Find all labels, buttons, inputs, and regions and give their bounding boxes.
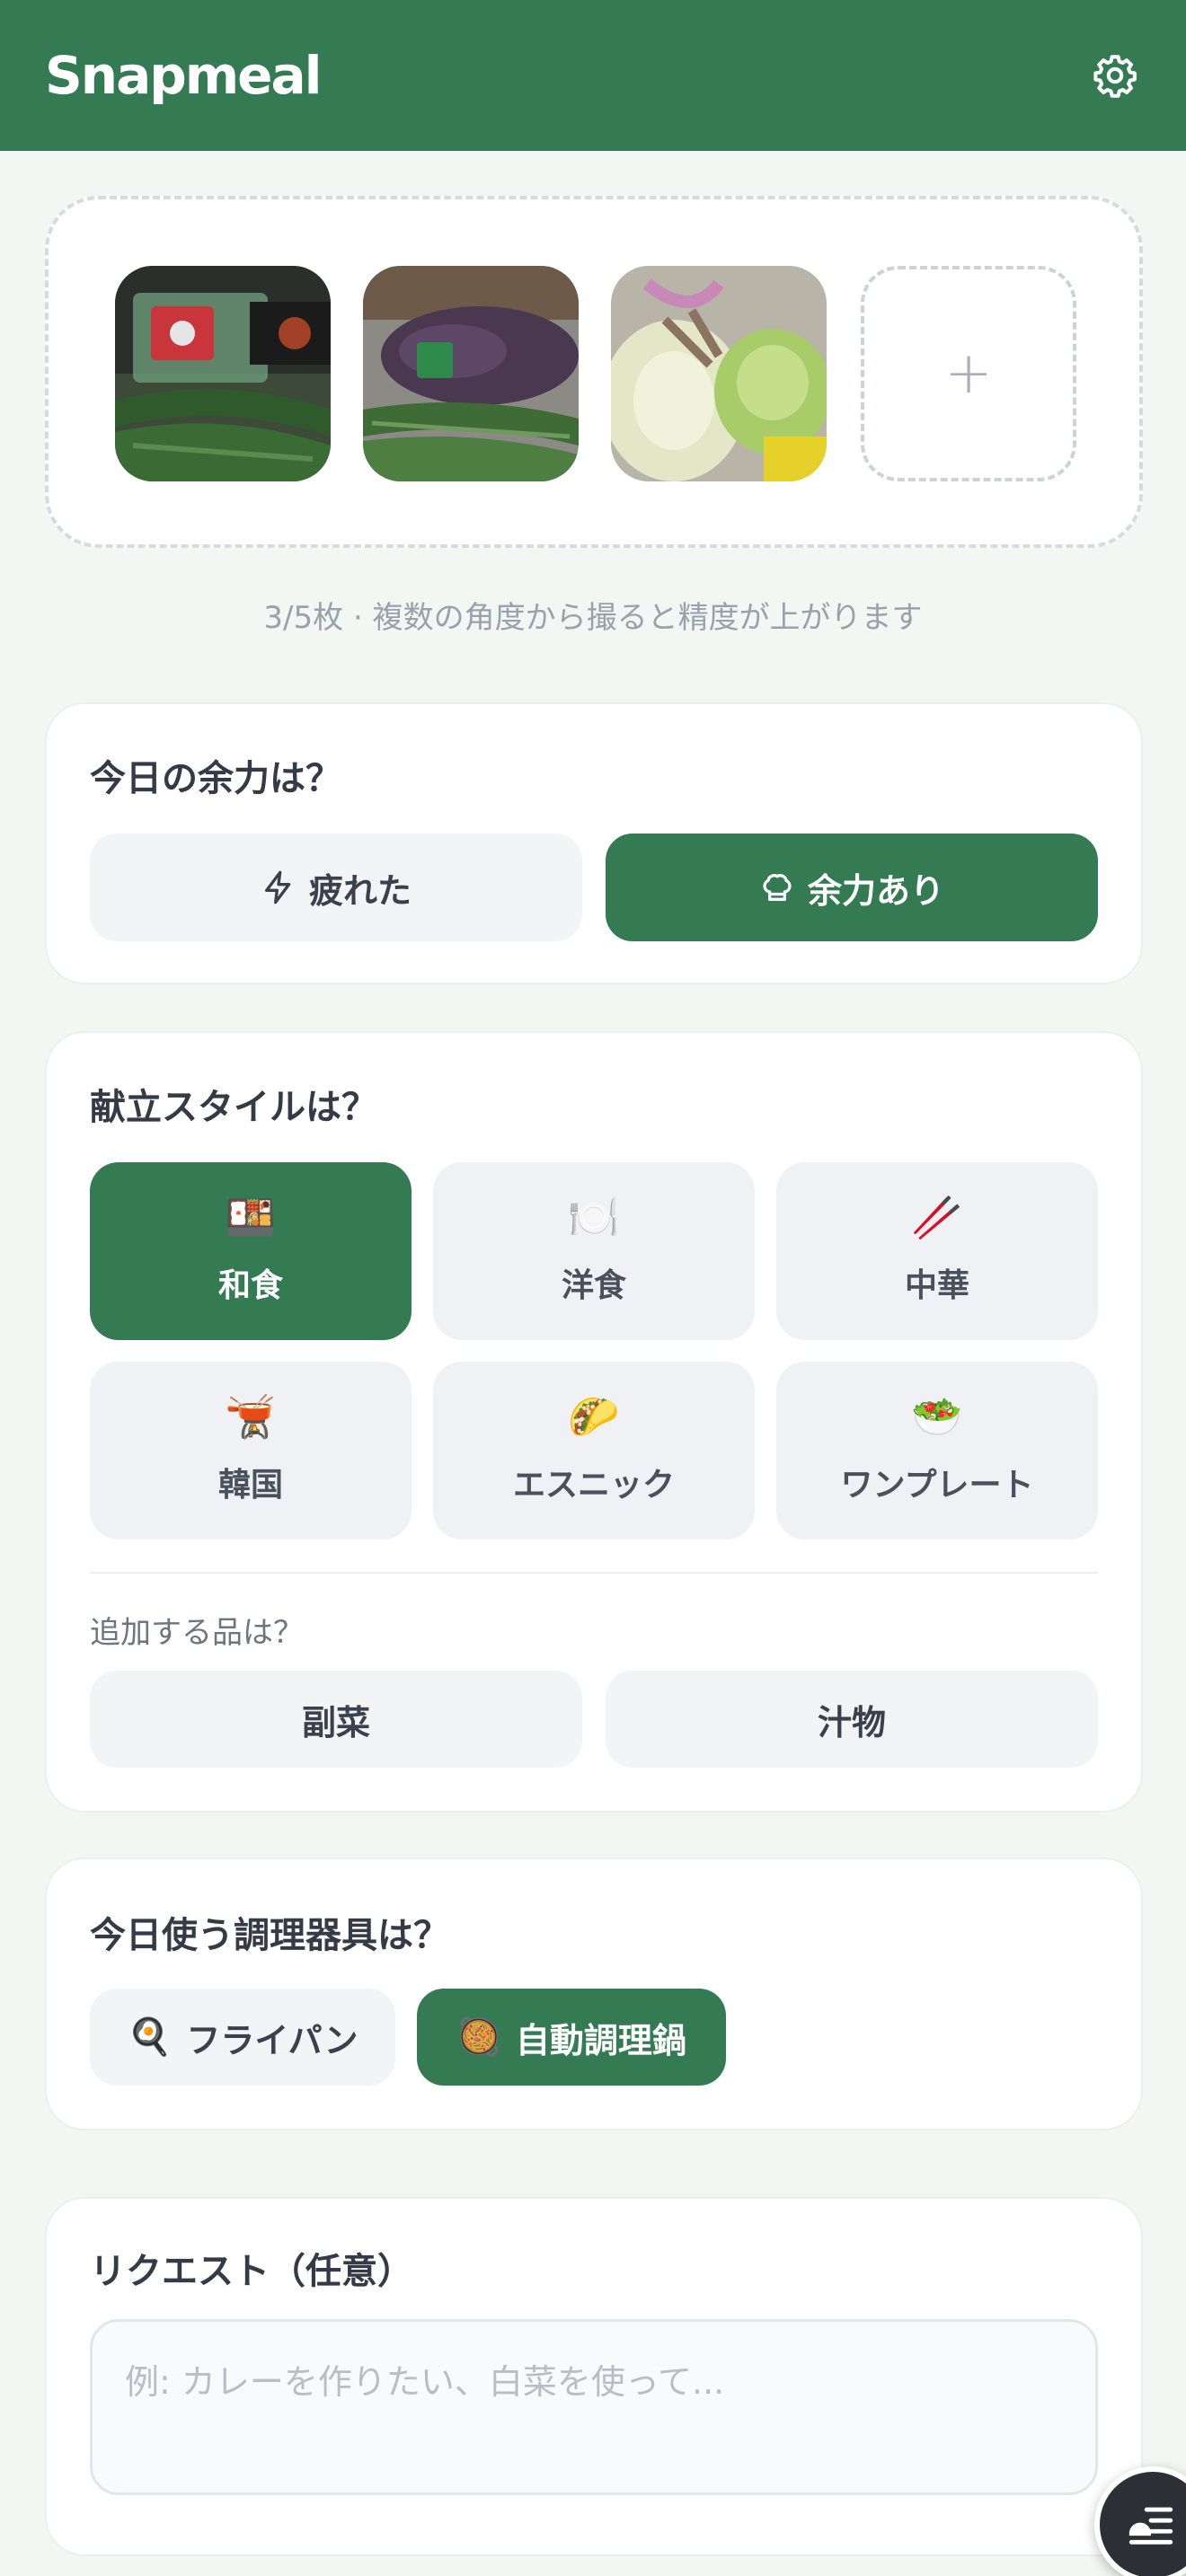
extra-dishes-label: 追加する品は？ bbox=[90, 1615, 304, 1651]
extra-option-label: 汁物 bbox=[817, 1702, 886, 1742]
cooking-pot-icon: 🥘 bbox=[456, 2016, 501, 2058]
style-option-korean[interactable]: 🫕 韓国 bbox=[90, 1362, 412, 1539]
bento-icon: 🍱 bbox=[225, 1193, 277, 1241]
energy-card: 今日の余力は？ 疲れた 余力あり bbox=[45, 702, 1143, 984]
lightning-icon bbox=[264, 870, 291, 904]
photo-hint-text: 3/5枚 · 複数の角度から撮ると精度が上がります bbox=[263, 600, 923, 636]
request-title: リクエスト（任意） bbox=[90, 2251, 413, 2292]
tool-option-label: 自動調理鍋 bbox=[515, 2020, 686, 2060]
cookware-title: 今日使う調理器具は？ bbox=[90, 1915, 449, 1956]
extra-option-label: 副菜 bbox=[301, 1702, 370, 1742]
pot-icon: 🫕 bbox=[225, 1392, 277, 1441]
energy-title: 今日の余力は？ bbox=[90, 758, 341, 799]
tool-option-auto-cooker[interactable]: 🥘 自動調理鍋 bbox=[417, 1989, 726, 2086]
request-card: リクエスト（任意） bbox=[45, 2197, 1143, 2556]
style-option-chinese[interactable]: 🥢 中華 bbox=[776, 1162, 1098, 1340]
tool-option-label: フライパン bbox=[186, 2020, 358, 2060]
style-option-label: 和食 bbox=[217, 1267, 283, 1304]
app-title: Snapmeal bbox=[45, 45, 323, 106]
energy-option-energetic[interactable]: 余力あり bbox=[606, 834, 1098, 941]
meal-style-card: 献立スタイルは？ 🍱 和食 🍽️ 洋食 🥢 中華 🫕 韓国 🌮 エスニック 🥗 … bbox=[45, 1031, 1143, 1813]
photo-thumbnail[interactable] bbox=[611, 266, 827, 481]
menu-list-icon bbox=[1128, 2507, 1173, 2545]
photo-thumbnail[interactable] bbox=[363, 266, 579, 481]
taco-icon: 🌮 bbox=[568, 1392, 620, 1441]
energy-option-tired[interactable]: 疲れた bbox=[90, 834, 582, 941]
style-option-label: ワンプレート bbox=[840, 1467, 1034, 1504]
divider bbox=[90, 1572, 1098, 1574]
style-option-label: 洋食 bbox=[561, 1267, 626, 1304]
cookware-card: 今日使う調理器具は？ 🍳 フライパン 🥘 自動調理鍋 bbox=[45, 1857, 1143, 2130]
plate-icon: 🍽️ bbox=[568, 1193, 620, 1241]
style-option-label: 韓国 bbox=[217, 1467, 283, 1504]
tool-option-frying-pan[interactable]: 🍳 フライパン bbox=[90, 1989, 395, 2086]
style-option-japanese[interactable]: 🍱 和食 bbox=[90, 1162, 412, 1340]
frying-pan-icon: 🍳 bbox=[127, 2016, 173, 2058]
style-option-label: エスニック bbox=[512, 1467, 675, 1504]
request-input[interactable] bbox=[90, 2319, 1098, 2495]
chopsticks-icon: 🥢 bbox=[911, 1193, 963, 1241]
style-option-label: 中華 bbox=[904, 1267, 969, 1304]
energy-option-label: 疲れた bbox=[308, 870, 412, 911]
energy-option-label: 余力あり bbox=[807, 870, 944, 911]
extra-option-soup[interactable]: 汁物 bbox=[606, 1671, 1098, 1768]
photo-upload-area: + bbox=[45, 196, 1143, 548]
style-option-western[interactable]: 🍽️ 洋食 bbox=[433, 1162, 755, 1340]
add-photo-button[interactable]: + bbox=[861, 266, 1076, 481]
style-title: 献立スタイルは？ bbox=[90, 1087, 377, 1128]
style-option-one-plate[interactable]: 🥗 ワンプレート bbox=[776, 1362, 1098, 1539]
photo-thumbnail[interactable] bbox=[115, 266, 331, 481]
app-header: Snapmeal bbox=[0, 0, 1186, 151]
salad-icon: 🥗 bbox=[911, 1392, 963, 1441]
extra-option-side-dish[interactable]: 副菜 bbox=[90, 1671, 582, 1768]
chef-hat-icon bbox=[763, 874, 792, 901]
style-option-ethnic[interactable]: 🌮 エスニック bbox=[433, 1362, 755, 1539]
gear-icon[interactable] bbox=[1091, 51, 1139, 100]
